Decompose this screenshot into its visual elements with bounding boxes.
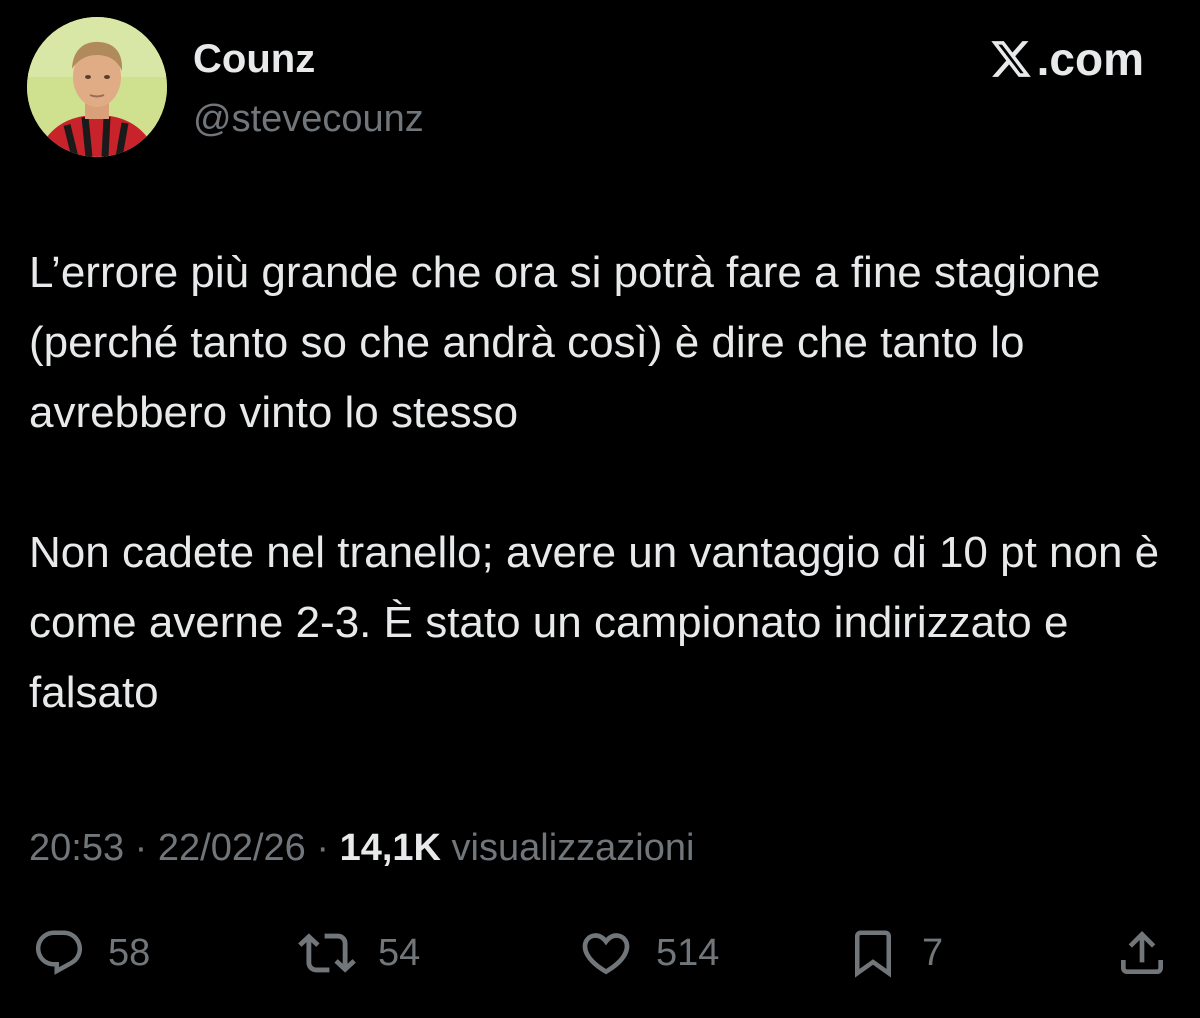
bookmark-count: 7 bbox=[922, 932, 944, 974]
like-count: 514 bbox=[656, 932, 720, 974]
repost-count: 54 bbox=[378, 932, 421, 974]
avatar-image bbox=[27, 17, 167, 157]
meta-separator: · bbox=[124, 827, 158, 869]
reply-button[interactable]: 58 bbox=[32, 918, 150, 988]
like-button[interactable]: 514 bbox=[578, 918, 719, 988]
tweet-text: L’errore più grande che ora si potrà far… bbox=[29, 238, 1179, 728]
x-logo-icon bbox=[990, 41, 1031, 77]
repost-icon bbox=[298, 933, 356, 973]
brand-label: .com bbox=[1036, 33, 1144, 85]
author-handle[interactable]: @stevecounz bbox=[193, 96, 424, 142]
meta-separator: · bbox=[305, 827, 340, 869]
heart-icon bbox=[582, 933, 630, 975]
avatar[interactable] bbox=[27, 17, 167, 157]
reply-icon bbox=[35, 930, 83, 975]
tweet-date[interactable]: 22/02/26 bbox=[158, 827, 306, 869]
brand-watermark: .com bbox=[989, 33, 1144, 85]
author-display-name[interactable]: Counz bbox=[193, 36, 315, 82]
bookmark-icon bbox=[855, 930, 891, 978]
action-bar: 58 54 514 7 bbox=[0, 918, 1200, 988]
share-icon bbox=[1121, 931, 1163, 974]
views-label: visualizzazioni bbox=[440, 827, 695, 869]
repost-button[interactable]: 54 bbox=[298, 918, 420, 988]
tweet-paragraph: Non cadete nel tranello; avere un vantag… bbox=[29, 528, 1160, 717]
views-count[interactable]: 14,1K bbox=[340, 827, 441, 869]
bookmark-button[interactable]: 7 bbox=[846, 918, 943, 988]
reply-count: 58 bbox=[108, 932, 151, 974]
tweet-card: Counz @stevecounz .com L’errore più gran… bbox=[0, 0, 1200, 1018]
share-button[interactable] bbox=[1114, 918, 1170, 988]
tweet-paragraph: L’errore più grande che ora si potrà far… bbox=[29, 248, 1101, 437]
tweet-time[interactable]: 20:53 bbox=[29, 827, 124, 869]
tweet-meta: 20:53 · 22/02/26 · 14,1K visualizzazioni bbox=[29, 822, 694, 874]
